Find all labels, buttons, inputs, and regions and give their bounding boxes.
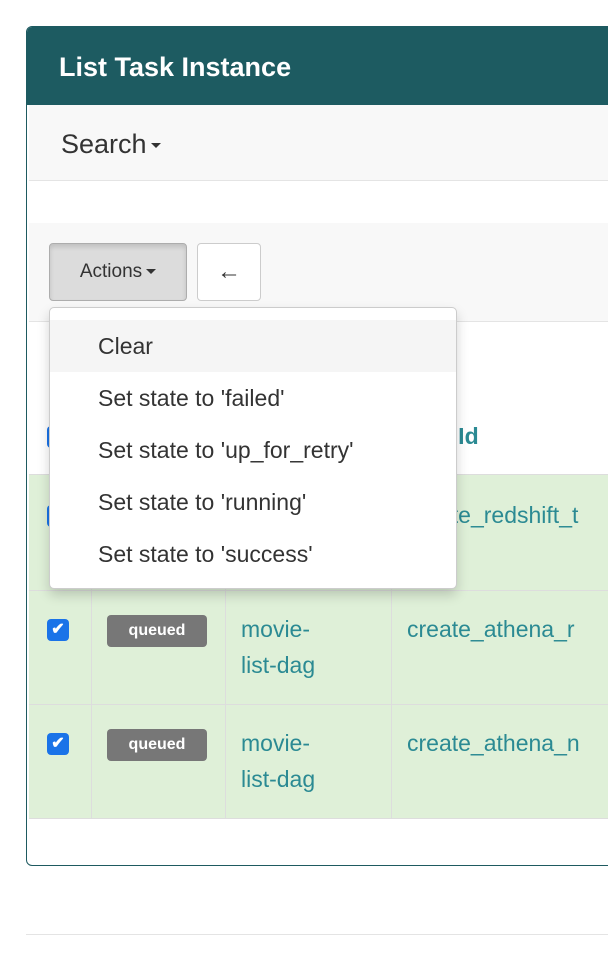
- column-divider: [91, 705, 92, 818]
- row-checkbox[interactable]: ✔: [47, 619, 69, 641]
- row-checkbox[interactable]: ✔: [47, 733, 69, 755]
- footer-divider: [26, 934, 608, 935]
- column-divider: [391, 705, 392, 818]
- status-badge: queued: [107, 615, 207, 647]
- page: List Task Instance Search Actions ← k Id: [0, 0, 608, 964]
- task-id-link[interactable]: create_athena_n: [407, 725, 580, 761]
- search-bar: Search: [29, 105, 608, 181]
- search-label: Search: [61, 129, 147, 159]
- panel-title: List Task Instance: [27, 27, 608, 105]
- actions-button[interactable]: Actions: [49, 243, 187, 301]
- column-divider: [225, 591, 226, 704]
- dag-id-line2: list-dag: [241, 652, 316, 678]
- dag-id-link[interactable]: movie- list-dag: [241, 611, 315, 683]
- column-divider: [91, 591, 92, 704]
- menu-item-set-failed[interactable]: Set state to 'failed': [50, 372, 456, 424]
- back-button[interactable]: ←: [197, 243, 261, 301]
- column-divider: [225, 705, 226, 818]
- menu-item-clear[interactable]: Clear: [50, 320, 456, 372]
- actions-button-label: Actions: [79, 261, 143, 282]
- filter-band: [29, 181, 608, 224]
- task-id-link[interactable]: ate_redshift_t: [439, 497, 578, 533]
- table-row: ✔ queued movie- list-dag create_athena_n: [29, 705, 608, 819]
- dag-id-line1: movie-: [241, 616, 311, 642]
- dag-id-line2: list-dag: [241, 766, 316, 792]
- actions-dropdown-menu: Clear Set state to 'failed' Set state to…: [49, 307, 457, 589]
- status-badge: queued: [107, 729, 207, 761]
- menu-item-set-up-for-retry[interactable]: Set state to 'up_for_retry': [50, 424, 456, 476]
- caret-down-icon: [146, 269, 157, 275]
- dag-id-link[interactable]: movie- list-dag: [241, 725, 315, 797]
- arrow-left-icon: ←: [217, 258, 241, 285]
- menu-item-set-success[interactable]: Set state to 'success': [50, 528, 456, 580]
- dag-id-line1: movie-: [241, 730, 311, 756]
- column-divider: [391, 591, 392, 704]
- task-id-link[interactable]: create_athena_r: [407, 611, 575, 647]
- caret-down-icon: [150, 143, 161, 149]
- table-row: ✔ queued movie- list-dag create_athena_r: [29, 591, 608, 705]
- menu-item-set-running[interactable]: Set state to 'running': [50, 476, 456, 528]
- search-toggle[interactable]: Search: [61, 129, 161, 159]
